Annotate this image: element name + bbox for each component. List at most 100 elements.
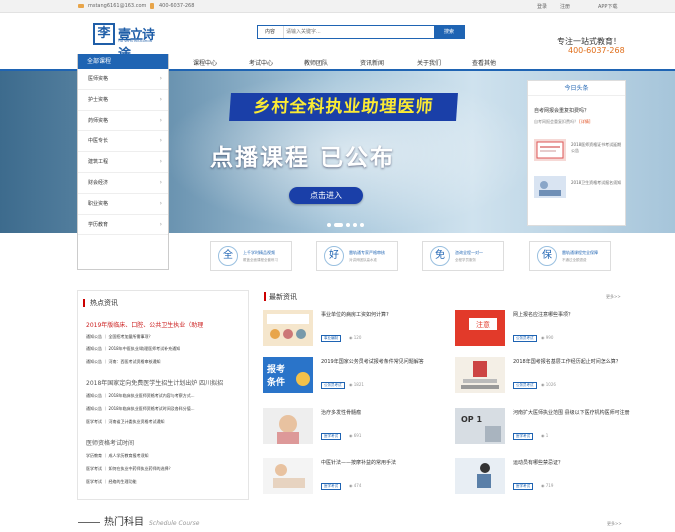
banner-enter-button[interactable]: 点击进入	[289, 187, 363, 204]
search-category-select[interactable]: 内容	[258, 26, 284, 38]
category-item[interactable]: 职业资格 ›	[78, 194, 168, 215]
news-views: ◉ 719	[541, 483, 554, 488]
category-item[interactable]: 护士资格 ›	[78, 90, 168, 111]
latest-more-link[interactable]: 更多>>	[606, 294, 621, 300]
feature-box[interactable]: 保 雷轨通课程完全保障 不通过全额退费	[529, 241, 611, 271]
news-title: 中医针法——按摩补益的常用手法	[321, 460, 397, 466]
hot-list-item[interactable]: 通知公告 ｜ 2018年中医执业/助理医师考试补充通知	[86, 346, 246, 352]
hot-headline[interactable]: 2019年版临床、口腔、公共卫生执业（助理	[86, 320, 246, 329]
news-item[interactable]: 治疗多发性骨髓瘤 医学考试 ◉ 691	[263, 408, 443, 448]
category-label: 财会经济	[88, 179, 109, 186]
contact-email: mstang6161@163.com	[88, 3, 147, 9]
search-button[interactable]: 搜索	[434, 26, 464, 38]
news-item[interactable]: 注意 网上报名应注意哪些事项？ 公务员考试 ◉ 990	[455, 310, 635, 350]
news-item[interactable]: 2018年国考报名基层工作经历起止时间怎么算？ 公务员考试 ◉ 1026	[455, 357, 635, 397]
feature-icon: 免	[430, 246, 450, 266]
today-item-title[interactable]: 2018医师资格证书考试延期公告	[571, 142, 623, 154]
today-item-image[interactable]	[534, 139, 566, 161]
banner-dot[interactable]	[346, 223, 350, 227]
feature-box[interactable]: 全 上千学时精品视频 覆盖全面课程全套练习	[210, 241, 292, 271]
svg-text:报考: 报考	[267, 363, 285, 375]
view-count: 474	[353, 483, 362, 488]
feature-desc: 对讲师团队高水准	[349, 258, 377, 262]
news-item[interactable]: 中医针法——按摩补益的常用手法 医学考试 ◉ 474	[263, 458, 443, 498]
category-label: 医师资格	[88, 76, 109, 82]
news-tag[interactable]: 公务员考试	[513, 335, 537, 342]
feature-desc: 不通过全额退费	[562, 258, 587, 262]
category-item[interactable]: 学历教育 ›	[78, 215, 168, 236]
login-link[interactable]: 登录	[537, 3, 547, 10]
feature-title: 雷轨通专家严格审核	[349, 250, 385, 255]
news-tag[interactable]: 医学考试	[513, 433, 533, 440]
hot-list-item[interactable]: 医学考试 ｜ 如何在执业中药师执业药师的选择？	[86, 466, 246, 472]
news-item[interactable]: 事业单位的病房工资如何计算? 事业编制 ◉ 120	[263, 310, 443, 350]
hot-list-item[interactable]: 通知公告 ｜ 2018年临床执业医师资格考试时间及各科分值...	[86, 406, 246, 412]
news-tag[interactable]: 医学考试	[513, 483, 533, 490]
news-tag[interactable]: 公务员考试	[321, 382, 345, 389]
hot-list-item[interactable]: 学历教育 ｜ 成人学历教育报考须知	[86, 453, 246, 459]
svg-text:OP 1: OP 1	[461, 415, 482, 424]
nav-item-teachers[interactable]: 教师团队	[304, 58, 328, 67]
hot-headline[interactable]: 医师资格考试时间	[86, 438, 246, 447]
site-logo[interactable]: 李 壹立诗途 YILI SHITU EDUCATION	[93, 23, 161, 62]
nav-item-news[interactable]: 资讯新闻	[360, 58, 384, 67]
news-tag[interactable]: 医学考试	[321, 433, 341, 440]
hot-list-item[interactable]: 通知公告 ｜ 河南：西医考试资格审核通知	[86, 359, 246, 365]
hot-list-item[interactable]: 医学考试 ｜ 经络的生理功能	[86, 479, 246, 485]
category-label: 建筑工程	[88, 159, 109, 166]
nav-item-about[interactable]: 关于我们	[417, 58, 441, 67]
section-marker	[83, 299, 85, 307]
today-item-image[interactable]	[534, 176, 566, 198]
category-item[interactable]: 药师资格 ›	[78, 111, 168, 132]
hot-headline[interactable]: 2018年国家定向免费医学生招生计划出炉 四川拟招	[86, 378, 246, 387]
news-item[interactable]: 运动员有哪些禁忌证？ 医学考试 ◉ 719	[455, 458, 635, 498]
logo-mark: 李	[93, 23, 115, 45]
nav-item-courses[interactable]: 课程中心	[193, 58, 217, 67]
nav-item-exams[interactable]: 考试中心	[249, 58, 273, 67]
banner-dot[interactable]	[327, 223, 331, 227]
category-item[interactable]: 医师资格 ›	[78, 69, 168, 90]
news-title: 河南扩大医师执业范围 县级以下医疗机构医师可注册	[513, 410, 630, 416]
register-link[interactable]: 注册	[560, 3, 570, 10]
today-answer: 自考网报会重复扣费吗？ [详情]	[534, 119, 590, 125]
category-label: 学历教育	[88, 221, 109, 228]
banner-subtitle: 点播课程 已公布	[210, 145, 396, 171]
news-tag[interactable]: 医学考试	[321, 483, 341, 490]
app-download-link[interactable]: APP下载	[598, 3, 617, 10]
news-tag[interactable]: 事业编制	[321, 335, 341, 342]
hot-list-item[interactable]: 医学考试 ｜ 河南省卫计委执业资格考试通知	[86, 419, 246, 425]
schedule-more-link[interactable]: 更多>>	[607, 521, 622, 527]
banner-dot-active[interactable]	[334, 223, 343, 227]
feature-icon: 全	[218, 246, 238, 266]
category-item[interactable]: 建筑工程 ›	[78, 152, 168, 173]
news-views: ◉ 1821	[349, 382, 364, 387]
category-menu: 全部课程 医师资格 › 护士资格 › 药师资格 › 中医专长 › 建筑工程 › 财会经济 ›…	[77, 54, 169, 270]
hot-list-item[interactable]: 通知公告 ｜ 全国招考加量所需事项？	[86, 334, 246, 340]
phone-icon	[150, 3, 154, 9]
view-count: 990	[545, 335, 554, 340]
view-count: 1	[545, 433, 549, 438]
view-count: 719	[545, 483, 554, 488]
category-item[interactable]: 中医专长 ›	[78, 131, 168, 153]
chevron-right-icon: ›	[159, 95, 162, 103]
hot-list-item[interactable]: 通知公告 ｜ 2018年临床执业医师资格考试内容与考察方式...	[86, 393, 246, 399]
banner-dot[interactable]	[353, 223, 357, 227]
nav-item-more[interactable]: 查看其他	[472, 58, 496, 67]
feature-desc: 全程学员服务	[455, 258, 476, 262]
feature-box[interactable]: 好 雷轨通专家严格审核 对讲师团队高水准	[316, 241, 398, 271]
chevron-right-icon: ›	[159, 158, 162, 166]
banner-dot[interactable]	[360, 223, 364, 227]
feature-box[interactable]: 免 咨询全程一对一 全程学员服务	[422, 241, 504, 271]
news-tag[interactable]: 公务员考试	[513, 382, 537, 389]
search-input[interactable]	[286, 27, 434, 37]
chevron-right-icon: ›	[159, 220, 162, 228]
today-question[interactable]: 自考网报会重复扣费吗？	[534, 107, 589, 114]
view-count: 1821	[353, 382, 364, 387]
news-item[interactable]: OP 1 河南扩大医师执业范围 县级以下医疗机构医师可注册 医学考试 ◉ 1	[455, 408, 635, 448]
category-item[interactable]: 财会经济 ›	[78, 173, 168, 194]
today-item-title[interactable]: 2018卫生资格考试报名须知	[571, 180, 623, 186]
news-item[interactable]: 报考 条件 2019年国家公务员考试报考条件常见问题解答 公务员考试 ◉ 1821	[263, 357, 443, 397]
schedule-title: 热门科目	[104, 517, 144, 528]
chevron-right-icon: ›	[159, 75, 162, 82]
today-detail-link[interactable]: [详情]	[579, 119, 590, 124]
